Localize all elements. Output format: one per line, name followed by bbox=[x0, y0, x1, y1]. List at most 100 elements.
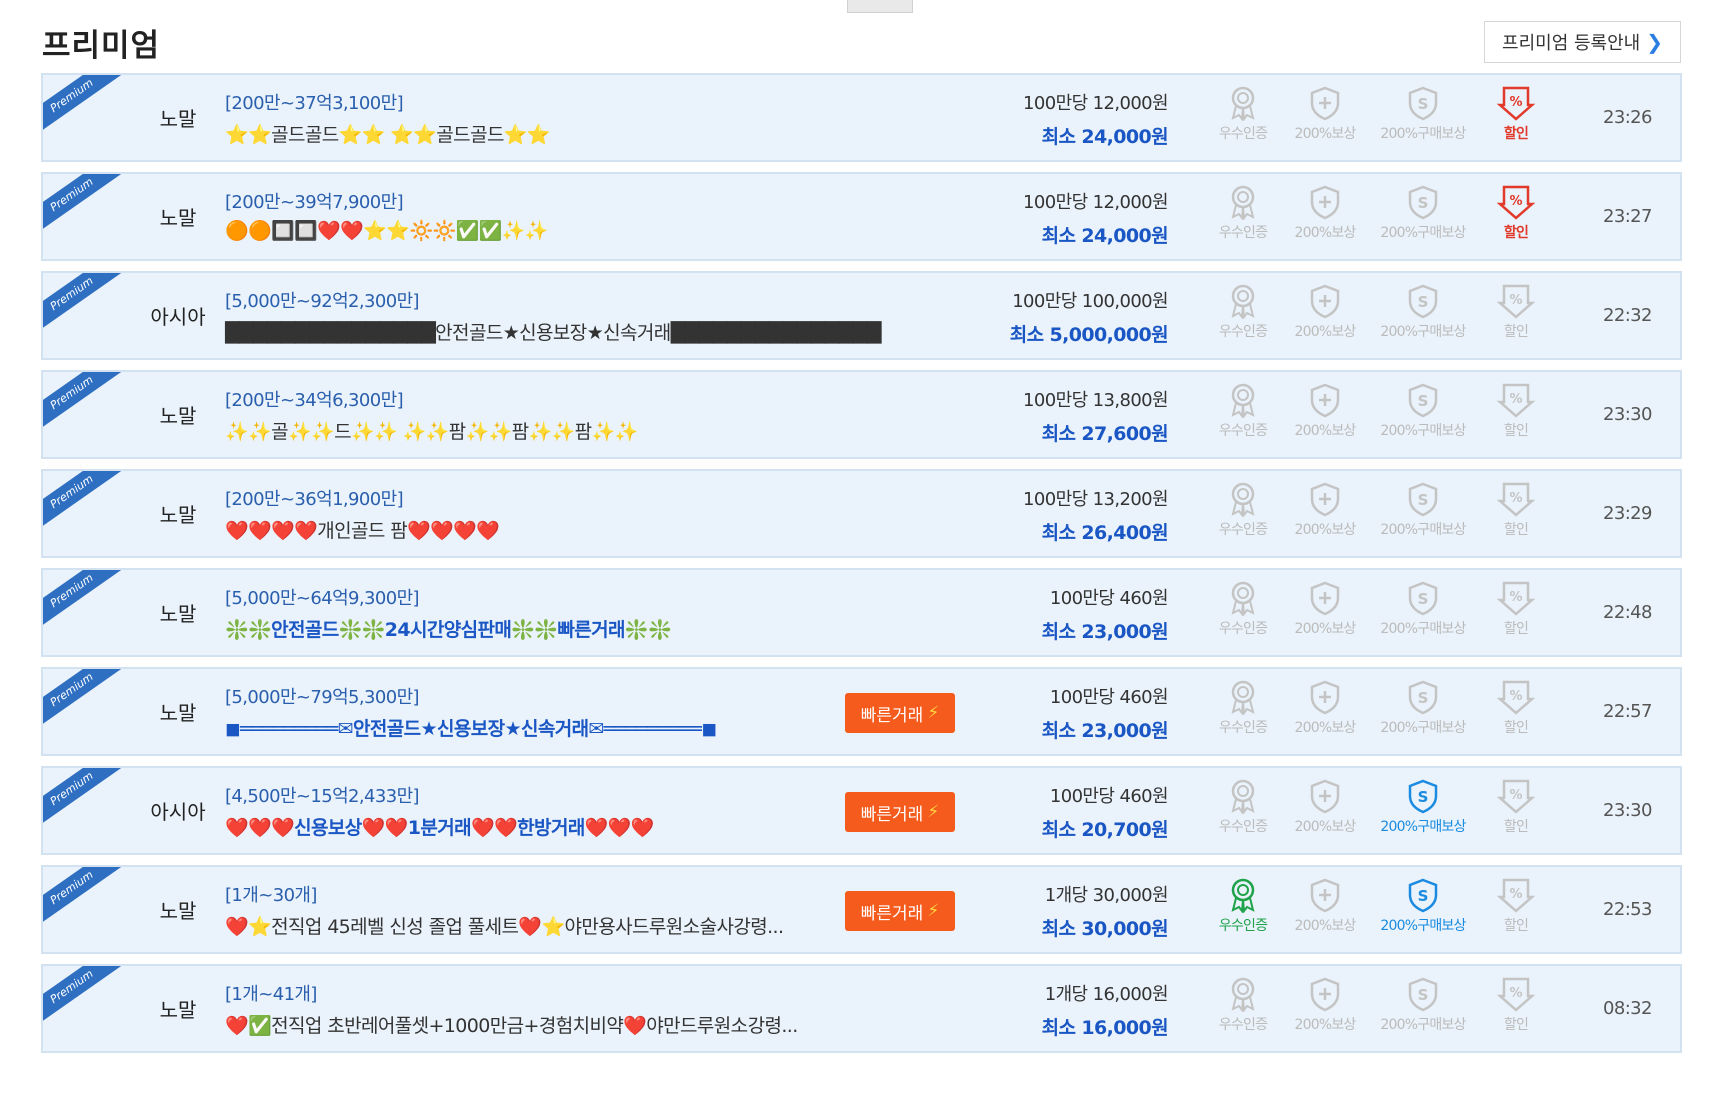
unit-price: 100만당 460원 bbox=[1049, 687, 1169, 708]
discount-tag-icon: % bbox=[1471, 877, 1561, 913]
amount-range: [5,000만~92억2,300만] bbox=[225, 291, 420, 312]
fast-trade-label: 빠른거래 bbox=[860, 804, 924, 825]
server-label: 노말 bbox=[159, 503, 197, 527]
lightning-icon: ⚡ bbox=[927, 703, 940, 723]
discount-badge: % 할인 bbox=[1471, 976, 1561, 1034]
award-icon bbox=[1198, 580, 1288, 616]
award-icon bbox=[1198, 976, 1288, 1012]
certified-badge: 우수인증 bbox=[1198, 976, 1288, 1034]
purchase-compensation-200-badge: S 200%구매보상 bbox=[1378, 778, 1468, 836]
shield-s-icon: S bbox=[1378, 283, 1468, 319]
shield-s-icon: S bbox=[1378, 877, 1468, 913]
award-icon bbox=[1198, 877, 1288, 913]
minimum-price: 최소 30,000원 bbox=[1041, 918, 1169, 940]
listing-time: 22:48 bbox=[1603, 602, 1652, 623]
listing-title[interactable]: ❤️❤️❤️❤️개인골드 팜❤️❤️❤️❤️ bbox=[225, 516, 500, 543]
listing-time: 23:30 bbox=[1603, 404, 1652, 425]
collapse-tab[interactable] bbox=[847, 0, 913, 13]
svg-text:S: S bbox=[1418, 590, 1429, 608]
listing-title[interactable]: ◼═════════✉안전골드★신용보장★신속거래✉═════════◼ bbox=[225, 714, 717, 741]
listing-title[interactable]: ❤️❤️❤️신용보상❤️❤️1분거래❤️❤️한방거래❤️❤️❤️ bbox=[225, 813, 654, 840]
svg-text:S: S bbox=[1418, 986, 1429, 1004]
list-item[interactable]: Premium 노말 [5,000만~79억5,300만] ◼═════════✉안전… bbox=[41, 667, 1682, 756]
unit-price: 100만당 13,800원 bbox=[1023, 390, 1169, 411]
svg-text:S: S bbox=[1418, 293, 1429, 311]
listing-time: 22:57 bbox=[1603, 701, 1652, 722]
compensation-200-badge: 200%보상 bbox=[1280, 580, 1370, 638]
minimum-price: 최소 24,000원 bbox=[1041, 126, 1169, 148]
premium-register-guide-button[interactable]: 프리미엄 등록안내 ❯ bbox=[1484, 21, 1681, 63]
badge-label: 할인 bbox=[1503, 423, 1529, 439]
list-item[interactable]: Premium 노말 [200만~37억3,100만] ⭐⭐골드골드⭐⭐ ⭐⭐골드골드… bbox=[41, 73, 1682, 162]
badge-label: 200%구매보상 bbox=[1380, 621, 1466, 637]
minimum-price: 최소 16,000원 bbox=[1041, 1017, 1169, 1039]
listing-title[interactable]: ❤️⭐전직업 45레벨 신성 졸업 풀세트❤️⭐야만용사드루원소술사강령... bbox=[225, 912, 784, 939]
unit-price: 1개당 30,000원 bbox=[1044, 885, 1169, 906]
chevron-right-icon: ❯ bbox=[1646, 30, 1663, 54]
svg-text:%: % bbox=[1509, 293, 1522, 308]
amount-range: [5,000만~64억9,300만] bbox=[225, 588, 420, 609]
compensation-200-badge: 200%보상 bbox=[1280, 85, 1370, 143]
svg-text:%: % bbox=[1509, 788, 1522, 803]
discount-tag-icon: % bbox=[1471, 481, 1561, 517]
svg-text:%: % bbox=[1509, 95, 1522, 110]
award-icon bbox=[1198, 85, 1288, 121]
listing-time: 23:30 bbox=[1603, 800, 1652, 821]
badge-label: 우수인증 bbox=[1218, 522, 1268, 538]
badge-label: 200%구매보상 bbox=[1380, 1017, 1466, 1033]
badge-label: 200%구매보상 bbox=[1380, 225, 1466, 241]
listing-title[interactable]: ███████████████안전골드★신용보장★신속거래███████████… bbox=[225, 318, 881, 345]
listing-title[interactable]: ✨✨골✨✨드✨✨ ✨✨팜✨✨팜✨✨팜✨✨ bbox=[225, 417, 638, 444]
unit-price: 1개당 16,000원 bbox=[1044, 984, 1169, 1005]
badge-label: 우수인증 bbox=[1218, 423, 1268, 439]
minimum-price: 최소 23,000원 bbox=[1041, 621, 1169, 643]
fast-trade-button[interactable]: 빠른거래 ⚡ bbox=[845, 693, 955, 733]
svg-text:%: % bbox=[1509, 392, 1522, 407]
list-item[interactable]: Premium 노말 [200만~34억6,300만] ✨✨골✨✨드✨✨ ✨✨팜✨✨팜… bbox=[41, 370, 1682, 459]
list-item[interactable]: Premium 노말 [1개~41개] ❤️✅전직업 초반레어풀셋+1000만금+경험… bbox=[41, 964, 1682, 1053]
badge-label: 할인 bbox=[1503, 819, 1529, 835]
list-item[interactable]: Premium 아시아 [4,500만~15억2,433만] ❤️❤️❤️신용보상❤️… bbox=[41, 766, 1682, 855]
amount-range: [4,500만~15억2,433만] bbox=[225, 786, 420, 807]
badge-label: 200%보상 bbox=[1294, 1017, 1357, 1033]
premium-list: Premium 노말 [200만~37억3,100만] ⭐⭐골드골드⭐⭐ ⭐⭐골드골드… bbox=[41, 73, 1682, 1063]
certified-badge: 우수인증 bbox=[1198, 580, 1288, 638]
discount-tag-icon: % bbox=[1471, 85, 1561, 121]
fast-trade-button[interactable]: 빠른거래 ⚡ bbox=[845, 792, 955, 832]
listing-title[interactable]: ❤️✅전직업 초반레어풀셋+1000만금+경험치비약❤️야만드루원소강령... bbox=[225, 1011, 798, 1038]
purchase-compensation-200-badge: S 200%구매보상 bbox=[1378, 85, 1468, 143]
list-item[interactable]: Premium 노말 [200만~39억7,900만] 🟠🟠🔲🔲❤️❤️⭐⭐🔆🔆✅✅✨… bbox=[41, 172, 1682, 261]
badge-label: 200%구매보상 bbox=[1380, 423, 1466, 439]
certified-badge: 우수인증 bbox=[1198, 778, 1288, 836]
certified-badge: 우수인증 bbox=[1198, 184, 1288, 242]
compensation-200-badge: 200%보상 bbox=[1280, 481, 1370, 539]
discount-badge: % 할인 bbox=[1471, 679, 1561, 737]
fast-trade-button[interactable]: 빠른거래 ⚡ bbox=[845, 891, 955, 931]
shield-plus-icon bbox=[1280, 85, 1370, 121]
list-item[interactable]: Premium 노말 [5,000만~64억9,300만] ❇️❇️안전골드❇️❇️2… bbox=[41, 568, 1682, 657]
listing-title[interactable]: ❇️❇️안전골드❇️❇️24시간양심판매❇️❇️빠른거래❇️❇️ bbox=[225, 615, 672, 642]
badge-label: 우수인증 bbox=[1218, 1017, 1268, 1033]
amount-range: [200만~34억6,300만] bbox=[225, 390, 404, 411]
discount-tag-icon: % bbox=[1471, 382, 1561, 418]
list-item[interactable]: Premium 노말 [200만~36억1,900만] ❤️❤️❤️❤️개인골드 팜❤… bbox=[41, 469, 1682, 558]
badge-label: 할인 bbox=[1503, 621, 1529, 637]
badge-label: 200%보상 bbox=[1294, 522, 1357, 538]
amount-range: [200만~37억3,100만] bbox=[225, 93, 404, 114]
discount-badge: % 할인 bbox=[1471, 580, 1561, 638]
unit-price: 100만당 100,000원 bbox=[1012, 291, 1168, 312]
amount-range: [1개~41개] bbox=[225, 984, 317, 1005]
unit-price: 100만당 460원 bbox=[1049, 786, 1169, 807]
purchase-compensation-200-badge: S 200%구매보상 bbox=[1378, 283, 1468, 341]
discount-tag-icon: % bbox=[1471, 778, 1561, 814]
badge-label: 할인 bbox=[1503, 720, 1529, 736]
certified-badge: 우수인증 bbox=[1198, 382, 1288, 440]
fast-trade-label: 빠른거래 bbox=[860, 903, 924, 924]
listing-title[interactable]: 🟠🟠🔲🔲❤️❤️⭐⭐🔆🔆✅✅✨✨ bbox=[225, 219, 548, 242]
list-item[interactable]: Premium 아시아 [5,000만~92억2,300만] ████████████… bbox=[41, 271, 1682, 360]
listing-title[interactable]: ⭐⭐골드골드⭐⭐ ⭐⭐골드골드⭐⭐ bbox=[225, 120, 551, 147]
list-item[interactable]: Premium 노말 [1개~30개] ❤️⭐전직업 45레벨 신성 졸업 풀세트❤️… bbox=[41, 865, 1682, 954]
badge-label: 우수인증 bbox=[1218, 918, 1268, 934]
listing-time: 22:32 bbox=[1603, 305, 1652, 326]
shield-s-icon: S bbox=[1378, 679, 1468, 715]
